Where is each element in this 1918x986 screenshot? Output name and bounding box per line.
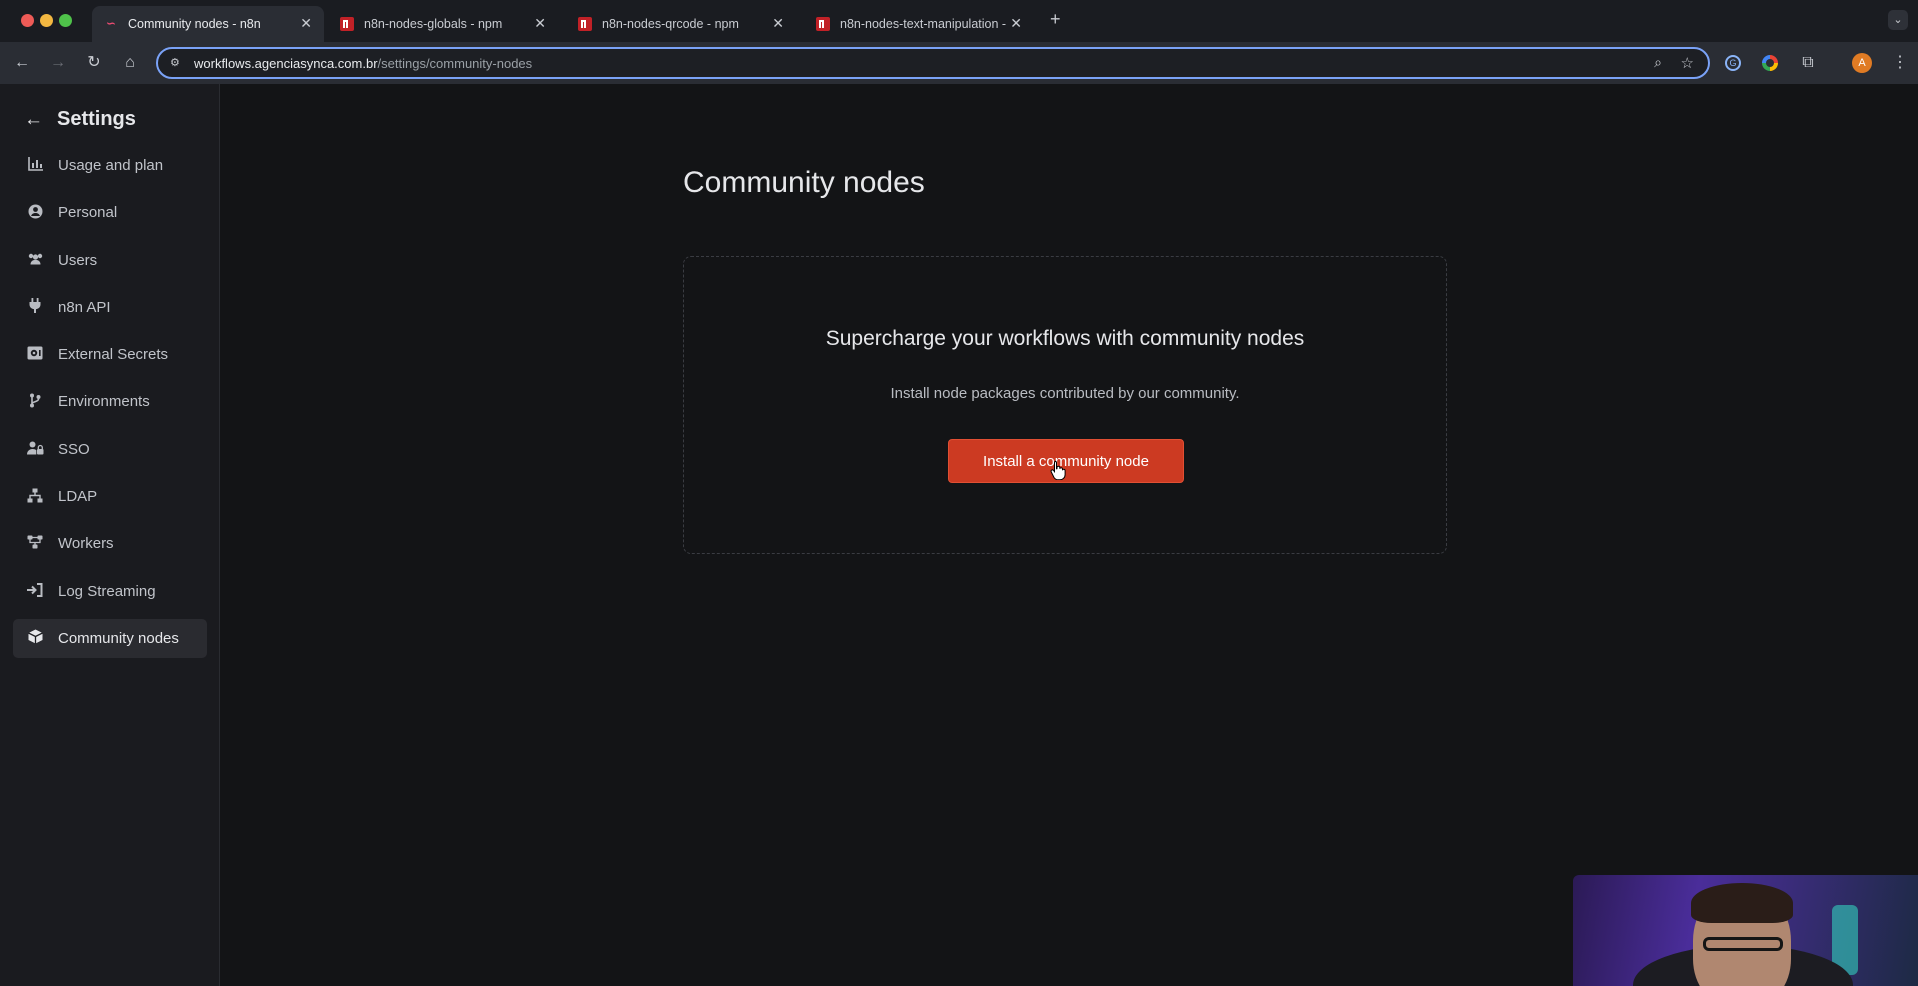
empty-state-heading: Supercharge your workflows with communit…	[825, 327, 1305, 350]
sidebar-item-users[interactable]: Users	[13, 241, 207, 280]
arrow-left-icon: ←	[24, 108, 43, 130]
settings-back-link[interactable]: ← Settings	[24, 108, 136, 131]
chrome-extension-icon[interactable]	[1762, 55, 1778, 71]
sidebar-item-personal[interactable]: Personal	[13, 193, 207, 232]
browser-tab-qrcode[interactable]: n8n-nodes-qrcode - npm ✕	[566, 6, 796, 42]
sidebar-item-label: Usage and plan	[58, 157, 164, 174]
puzzle-extensions-icon[interactable]: ⧉	[1798, 53, 1818, 73]
profile-avatar[interactable]: A	[1852, 53, 1872, 73]
empty-state-description: Install node packages contributed by our…	[890, 385, 1240, 402]
cube-icon	[25, 629, 45, 647]
sidebar-item-n8n-api[interactable]: n8n API	[13, 288, 207, 327]
page-title: Community nodes	[683, 166, 925, 199]
flow-icon	[25, 535, 45, 552]
sign-in-icon	[25, 582, 45, 600]
browser-tab-community-nodes[interactable]: ∽ Community nodes - n8n ✕	[92, 6, 324, 42]
close-tab-icon[interactable]: ✕	[772, 15, 784, 32]
sidebar-item-environments[interactable]: Environments	[13, 382, 207, 421]
home-icon[interactable]: ⌂	[119, 52, 141, 74]
branch-icon	[25, 393, 45, 411]
bookmark-star-icon[interactable]: ☆	[1681, 54, 1694, 72]
sidebar-item-log-streaming[interactable]: Log Streaming	[13, 572, 207, 611]
tab-title: Community nodes - n8n	[128, 17, 261, 31]
site-settings-icon[interactable]: ⚙	[170, 56, 184, 70]
sidebar-item-label: n8n API	[58, 298, 111, 316]
vault-icon	[25, 346, 45, 363]
tab-title: n8n-nodes-globals - npm	[364, 17, 503, 31]
minimize-window-button[interactable]	[40, 14, 53, 27]
sidebar-item-label: External Secrets	[58, 346, 169, 364]
browser-tab-text-manipulation[interactable]: n8n-nodes-text-manipulation - npm ✕	[804, 6, 1034, 42]
npm-icon	[578, 17, 592, 31]
close-window-button[interactable]	[21, 14, 34, 27]
sidebar-item-label: SSO	[58, 440, 90, 458]
url-host: workflows.agenciasynca.com.br	[194, 56, 378, 71]
tab-search-chevron-icon[interactable]: ⌄	[1888, 10, 1908, 30]
extension-icon[interactable]: G	[1725, 55, 1741, 71]
n8n-icon: ∽	[106, 18, 116, 30]
hand-pointer-cursor-icon	[1050, 460, 1066, 480]
settings-sidebar: ← Settings Usage and plan Personal Users	[0, 84, 220, 986]
sidebar-item-label: LDAP	[58, 488, 98, 506]
forward-arrow-icon[interactable]: →	[47, 52, 69, 74]
webcam-overlay	[1573, 875, 1918, 986]
new-tab-button[interactable]: +	[1050, 9, 1061, 30]
sidebar-item-sso[interactable]: SSO	[13, 430, 207, 469]
more-menu-icon[interactable]: ⋮	[1892, 52, 1908, 72]
sidebar-item-community-nodes[interactable]: Community nodes	[13, 618, 207, 658]
sidebar-item-workers[interactable]: Workers	[13, 524, 207, 563]
maximize-window-button[interactable]	[59, 14, 72, 27]
chart-icon	[25, 157, 45, 174]
settings-menu: Usage and plan Personal Users n8n API Ex…	[13, 146, 207, 666]
main-content: Community nodes Supercharge your workflo…	[221, 84, 1918, 986]
empty-state-card: Supercharge your workflows with communit…	[683, 256, 1447, 554]
address-bar[interactable]: ⚙ workflows.agenciasynca.com.br/settings…	[156, 47, 1710, 79]
sidebar-item-ldap[interactable]: LDAP	[13, 477, 207, 516]
sidebar-item-label: Users	[58, 251, 98, 269]
presenter-hair	[1691, 883, 1793, 923]
sidebar-item-label: Personal	[58, 204, 118, 222]
close-tab-icon[interactable]: ✕	[300, 15, 312, 32]
url-path: /settings/community-nodes	[377, 56, 533, 71]
zoom-icon[interactable]: ⌕	[1654, 54, 1662, 71]
tab-title: n8n-nodes-qrcode - npm	[602, 17, 739, 31]
browser-toolbar: ← → ↻ ⌂ ⚙ workflows.agenciasynca.com.br/…	[0, 42, 1918, 84]
install-community-node-button[interactable]: Install a community node	[948, 439, 1184, 483]
sidebar-item-label: Workers	[58, 535, 114, 553]
sidebar-item-label: Community nodes	[58, 629, 179, 647]
network-icon	[25, 488, 45, 506]
sidebar-item-label: Log Streaming	[58, 582, 156, 600]
sidebar-item-label: Environments	[58, 393, 150, 411]
sidebar-item-external-secrets[interactable]: External Secrets	[13, 335, 207, 374]
close-tab-icon[interactable]: ✕	[1010, 15, 1022, 32]
npm-icon	[340, 17, 354, 31]
settings-title: Settings	[57, 108, 136, 130]
user-circle-icon	[25, 204, 45, 222]
presenter-glasses	[1703, 937, 1783, 951]
back-arrow-icon[interactable]: ←	[11, 52, 33, 74]
tab-title: n8n-nodes-text-manipulation - npm	[840, 17, 1006, 31]
plug-icon	[25, 298, 45, 316]
sidebar-item-usage-and-plan[interactable]: Usage and plan	[13, 146, 207, 185]
npm-icon	[816, 17, 830, 31]
browser-tab-globals[interactable]: n8n-nodes-globals - npm ✕	[328, 6, 558, 42]
user-lock-icon	[25, 441, 45, 458]
reload-icon[interactable]: ↻	[83, 52, 105, 74]
browser-tab-bar: ∽ Community nodes - n8n ✕ n8n-nodes-glob…	[0, 0, 1918, 42]
users-icon	[25, 252, 45, 268]
close-tab-icon[interactable]: ✕	[534, 15, 546, 32]
url-text[interactable]: workflows.agenciasynca.com.br/settings/c…	[194, 56, 532, 71]
